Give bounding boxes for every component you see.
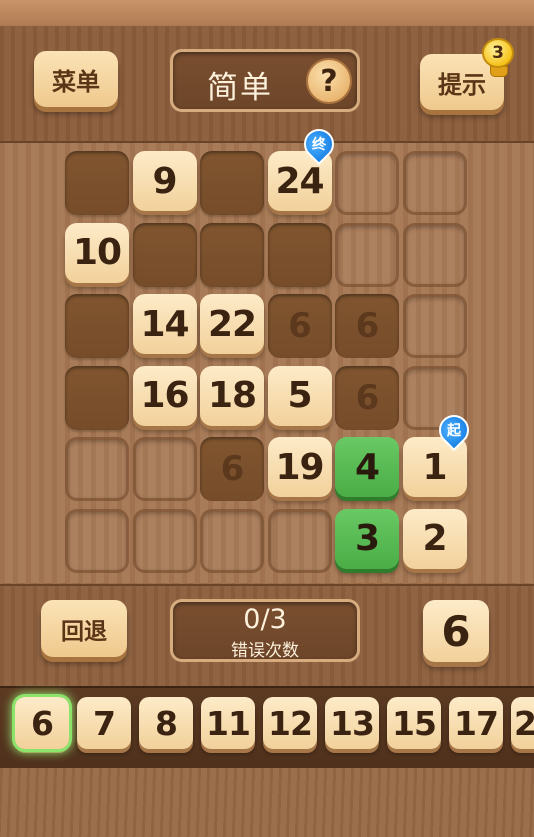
board-cell-r3-c1: 16 (132, 365, 197, 426)
board-cell-r3-c0[interactable] (65, 365, 129, 430)
tray-number-15[interactable]: 15 (387, 697, 441, 749)
board-cell-r0-c4[interactable] (335, 151, 399, 215)
board-cell-r4-c4: 4 (335, 437, 399, 497)
errors-label: 错误次数 (231, 641, 299, 661)
help-icon[interactable]: ? (306, 58, 352, 104)
board-cell-r1-c4[interactable] (335, 222, 399, 287)
board-cell-r4-c3: 19 (267, 437, 332, 497)
board-cell-r5-c1[interactable] (132, 508, 197, 573)
tray-number-7[interactable]: 7 (77, 697, 131, 749)
board-cell-r2-c5[interactable] (402, 294, 467, 358)
board-cell-r3-c4: 6 (335, 365, 399, 430)
tray-number-12[interactable]: 12 (263, 697, 317, 749)
tray-number-8[interactable]: 8 (139, 697, 193, 749)
board-cell-r2-c4: 6 (335, 294, 399, 358)
board-cell-r5-c4: 3 (335, 508, 399, 569)
errors-panel: 0/3 错误次数 (170, 599, 360, 662)
difficulty-label: 简单 (207, 70, 273, 106)
board-cell-r5-c3[interactable] (267, 508, 332, 573)
tray-number-17[interactable]: 17 (449, 697, 503, 749)
board-cell-r2-c1: 14 (132, 294, 197, 354)
board-cell-r5-c0[interactable] (65, 508, 129, 573)
board-cell-r1-c2[interactable] (200, 222, 264, 287)
start-marker-label: 起 (446, 423, 461, 439)
board-cell-r0-c5[interactable] (402, 151, 467, 215)
board-cell-r4-c0[interactable] (65, 437, 129, 501)
undo-button[interactable]: 回退 (41, 600, 127, 657)
end-marker-label: 终 (311, 137, 326, 153)
board-cell-r2-c0[interactable] (65, 294, 129, 358)
board-cell-r1-c1[interactable] (132, 222, 197, 287)
board-cell-r1-c0: 10 (65, 222, 129, 283)
board-cell-r0-c1: 9 (132, 151, 197, 211)
board-cell-r4-c1[interactable] (132, 437, 197, 501)
board-cell-r5-c5: 2 (402, 508, 467, 569)
board-cell-r2-c3: 6 (267, 294, 332, 358)
board-cell-r3-c2: 18 (200, 365, 264, 426)
board-cell-r2-c2: 22 (200, 294, 264, 354)
tray-number-13[interactable]: 13 (325, 697, 379, 749)
board-cell-r0-c0[interactable] (65, 151, 129, 215)
board-cell-r0-c2[interactable] (200, 151, 264, 215)
top-wood-strip (0, 0, 534, 28)
difficulty-panel: 简单 ? (170, 49, 360, 112)
board-cell-r5-c2[interactable] (200, 508, 264, 573)
board-cell-r3-c3: 5 (267, 365, 332, 426)
tray-number-11[interactable]: 11 (201, 697, 255, 749)
tray-number-2[interactable]: 2 (511, 697, 534, 749)
hint-count-badge: 3 (482, 38, 514, 68)
footer-wood (0, 768, 534, 837)
board-cell-r4-c2: 6 (200, 437, 264, 501)
board-cell-r1-c3[interactable] (267, 222, 332, 287)
board-cell-r1-c5[interactable] (402, 222, 467, 287)
errors-count: 0/3 (243, 604, 287, 635)
tray-number-6[interactable]: 6 (15, 697, 69, 749)
next-number-tile: 6 (423, 600, 489, 662)
menu-button[interactable]: 菜单 (34, 51, 118, 107)
